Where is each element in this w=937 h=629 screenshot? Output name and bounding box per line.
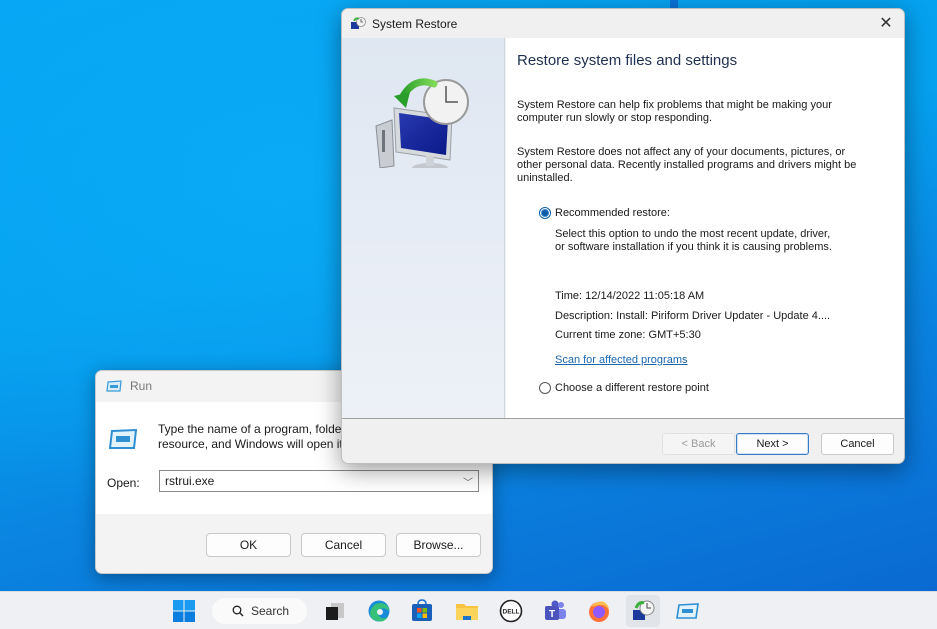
task-view-icon[interactable] <box>322 598 348 624</box>
back-button[interactable]: < Back <box>662 433 735 455</box>
close-button[interactable]: ✕ <box>876 14 896 34</box>
restore-time: Time: 12/14/2022 11:05:18 AM <box>555 290 705 302</box>
dell-icon[interactable]: DELL <box>498 598 524 624</box>
recommended-restore-label[interactable]: Recommended restore: <box>555 207 670 219</box>
taskbar-search-box[interactable]: Search <box>212 598 307 624</box>
paragraph-line: uninstalled. <box>517 172 573 184</box>
browse-button[interactable]: Browse... <box>396 533 481 557</box>
system-restore-title-bar[interactable]: System Restore <box>342 9 904 38</box>
taskbar-system-restore-button[interactable] <box>626 595 660 627</box>
illustration-panel <box>342 38 505 418</box>
chevron-down-icon[interactable]: ﹀ <box>463 474 473 489</box>
firefox-icon[interactable] <box>586 598 612 624</box>
recommended-restore-radio[interactable] <box>539 207 551 219</box>
run-cancel-button[interactable]: Cancel <box>301 533 386 557</box>
system-restore-dialog: System Restore ✕ Restore system files an… <box>341 8 905 464</box>
search-label: Search <box>251 604 290 618</box>
content-panel: Restore system files and settings System… <box>506 38 904 418</box>
taskbar: Search DELL T <box>0 591 937 629</box>
help-line: Select this option to undo the most rece… <box>555 228 831 240</box>
intro-paragraph: System Restore can help fix problems tha… <box>517 99 897 125</box>
run-description: Type the name of a program, folde resour… <box>158 422 343 452</box>
ok-button[interactable]: OK <box>206 533 291 557</box>
run-description-line: resource, and Windows will open it <box>158 437 343 451</box>
scan-affected-programs-link[interactable]: Scan for affected programs <box>555 354 687 366</box>
run-program-icon <box>108 428 138 449</box>
edge-icon[interactable] <box>366 598 392 624</box>
system-restore-icon <box>351 16 366 29</box>
page-heading: Restore system files and settings <box>517 52 738 69</box>
different-restore-point-label[interactable]: Choose a different restore point <box>555 382 709 394</box>
paragraph-line: System Restore can help fix problems tha… <box>517 99 832 111</box>
help-line: or software installation if you think it… <box>555 241 832 253</box>
paragraph-line: System Restore does not affect any of yo… <box>517 146 846 158</box>
run-icon <box>106 380 122 392</box>
paragraph-line: other personal data. Recently installed … <box>517 159 857 171</box>
system-restore-illustration-icon <box>375 78 469 168</box>
run-title: Run <box>130 379 153 393</box>
microsoft-store-icon[interactable] <box>409 598 435 624</box>
disclaimer-paragraph: System Restore does not affect any of yo… <box>517 146 897 185</box>
teams-icon[interactable]: T <box>542 598 568 624</box>
restore-timezone: Current time zone: GMT+5:30 <box>555 329 701 341</box>
paragraph-line: computer run slowly or stop responding. <box>517 112 713 124</box>
open-input-value: rstrui.exe <box>165 474 215 488</box>
search-icon <box>232 605 244 617</box>
close-icon: ✕ <box>879 15 893 32</box>
recommended-restore-help: Select this option to undo the most rece… <box>555 228 904 254</box>
footer-divider <box>342 418 904 419</box>
different-restore-point-radio[interactable] <box>539 382 551 394</box>
open-input[interactable]: rstrui.exe ﹀ <box>159 470 479 492</box>
cancel-button[interactable]: Cancel <box>821 433 894 455</box>
restore-description: Description: Install: Piriform Driver Up… <box>555 310 831 322</box>
run-taskbar-icon[interactable] <box>674 598 700 624</box>
next-button[interactable]: Next > <box>736 433 809 455</box>
file-explorer-icon[interactable] <box>454 598 480 624</box>
system-restore-taskbar-icon <box>633 600 655 620</box>
system-restore-title: System Restore <box>372 16 458 31</box>
svg-text:DELL: DELL <box>503 609 520 616</box>
open-label: Open: <box>107 476 140 490</box>
start-windows-icon[interactable] <box>171 598 197 624</box>
svg-text:T: T <box>549 609 555 620</box>
run-description-line: Type the name of a program, folde <box>158 422 342 436</box>
